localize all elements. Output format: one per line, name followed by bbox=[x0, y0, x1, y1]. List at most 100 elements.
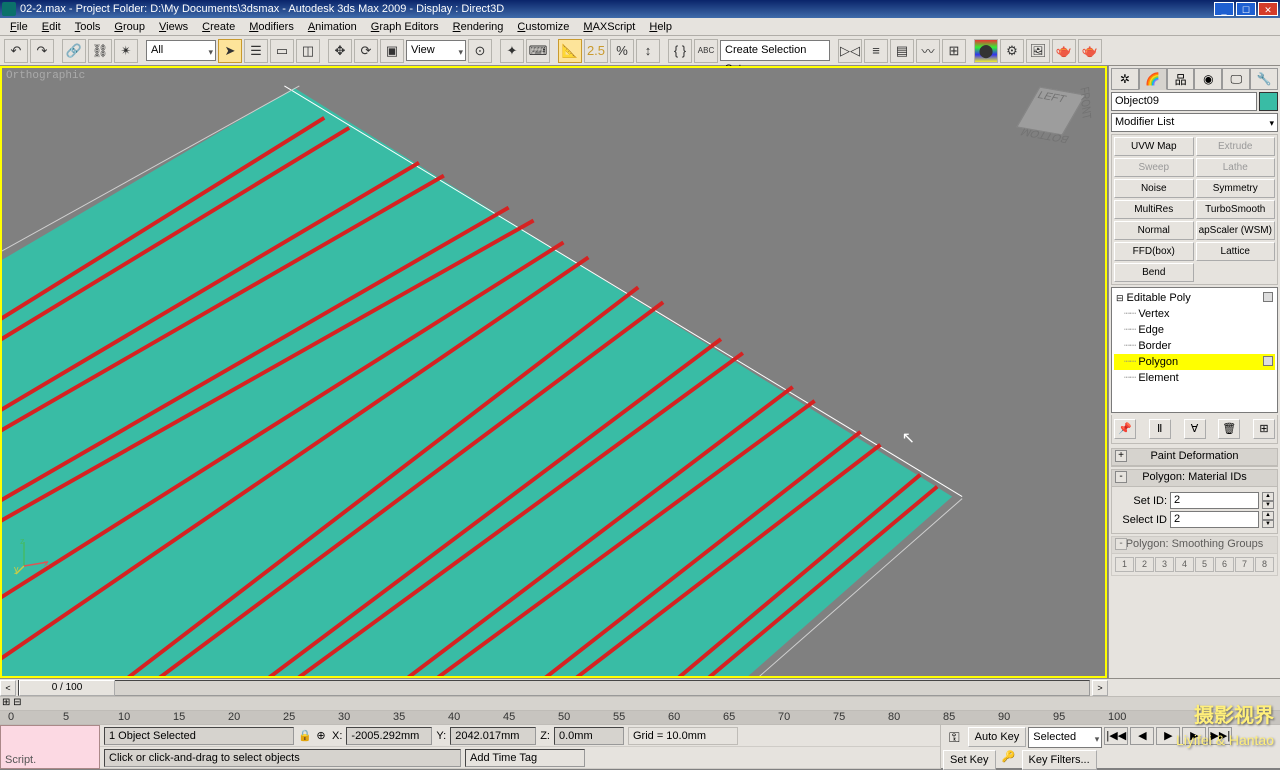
selection-set-input[interactable]: Create Selection Set bbox=[720, 40, 830, 61]
sg-8[interactable]: 8 bbox=[1255, 557, 1274, 572]
mod-ffdbox[interactable]: FFD(box) bbox=[1114, 242, 1194, 261]
named-sel-sets-button[interactable]: { } bbox=[668, 39, 692, 63]
link-button[interactable]: 🔗 bbox=[62, 39, 86, 63]
z-coord-input[interactable]: 0.0mm bbox=[554, 727, 624, 745]
sg-5[interactable]: 5 bbox=[1195, 557, 1214, 572]
snap-toggle-button[interactable]: 📐 bbox=[558, 39, 582, 63]
menu-group[interactable]: Group bbox=[108, 20, 151, 34]
selection-filter-dropdown[interactable]: All bbox=[146, 40, 216, 61]
make-unique-button[interactable]: ∀ bbox=[1184, 419, 1206, 439]
curve-editor-button[interactable]: 〰 bbox=[916, 39, 940, 63]
mod-apscaler[interactable]: apScaler (WSM) bbox=[1196, 221, 1276, 240]
autokey-button[interactable]: Auto Key bbox=[968, 727, 1027, 747]
menu-tools[interactable]: Tools bbox=[69, 20, 107, 34]
modifier-list-dropdown[interactable]: Modifier List bbox=[1111, 113, 1278, 132]
mod-lattice[interactable]: Lattice bbox=[1196, 242, 1276, 261]
percent-snap-button[interactable]: % bbox=[610, 39, 634, 63]
sg-7[interactable]: 7 bbox=[1235, 557, 1254, 572]
menu-edit[interactable]: Edit bbox=[36, 20, 67, 34]
coord-display-button[interactable]: ⊕ bbox=[314, 729, 328, 742]
stack-polygon[interactable]: ┈┈ Polygon bbox=[1114, 354, 1275, 370]
menu-file[interactable]: File bbox=[4, 20, 34, 34]
redo-button[interactable]: ↷ bbox=[30, 39, 54, 63]
sg-2[interactable]: 2 bbox=[1135, 557, 1154, 572]
bind-space-warp-button[interactable]: ✴ bbox=[114, 39, 138, 63]
undo-button[interactable]: ↶ bbox=[4, 39, 28, 63]
time-slider-thumb[interactable]: 0 / 100 bbox=[19, 680, 115, 696]
menu-graph-editors[interactable]: Graph Editors bbox=[365, 20, 445, 34]
tab-create[interactable]: ✲ bbox=[1111, 68, 1139, 90]
mod-noise[interactable]: Noise bbox=[1114, 179, 1194, 198]
sg-3[interactable]: 3 bbox=[1155, 557, 1174, 572]
mod-uvwmap[interactable]: UVW Map bbox=[1114, 137, 1194, 156]
mod-symmetry[interactable]: Symmetry bbox=[1196, 179, 1276, 198]
goto-start-button[interactable]: |◀◀ bbox=[1104, 727, 1128, 745]
goto-end-button[interactable]: ▶▶| bbox=[1208, 727, 1232, 745]
unlink-button[interactable]: ⛓ bbox=[88, 39, 112, 63]
select-id-input[interactable]: 2 bbox=[1170, 511, 1259, 528]
sg-4[interactable]: 4 bbox=[1175, 557, 1194, 572]
layers-button[interactable]: ▤ bbox=[890, 39, 914, 63]
align-button[interactable]: ≡ bbox=[864, 39, 888, 63]
use-pivot-center-button[interactable]: ⊙ bbox=[468, 39, 492, 63]
quick-render-button[interactable]: 🫖 bbox=[1078, 39, 1102, 63]
scale-button[interactable]: ▣ bbox=[380, 39, 404, 63]
stack-element[interactable]: ┈┈ Element bbox=[1114, 370, 1275, 386]
render-button[interactable]: 🫖 bbox=[1052, 39, 1076, 63]
setkey-button[interactable]: Set Key bbox=[943, 750, 996, 770]
ref-coord-dropdown[interactable]: View bbox=[406, 40, 466, 61]
angle-snap-button[interactable]: 2.5 bbox=[584, 39, 608, 63]
remove-modifier-button[interactable]: 🗑 bbox=[1218, 419, 1240, 439]
select-by-name-button[interactable]: ☰ bbox=[244, 39, 268, 63]
menu-animation[interactable]: Animation bbox=[302, 20, 363, 34]
select-manipulate-button[interactable]: ✦ bbox=[500, 39, 524, 63]
mod-lathe[interactable]: Lathe bbox=[1196, 158, 1276, 177]
time-tag-button[interactable]: Add Time Tag bbox=[465, 749, 585, 767]
tab-utilities[interactable]: 🔧 bbox=[1250, 68, 1278, 90]
mod-bend[interactable]: Bend bbox=[1114, 263, 1194, 282]
schematic-view-button[interactable]: ⊞ bbox=[942, 39, 966, 63]
rotate-button[interactable]: ⟳ bbox=[354, 39, 378, 63]
menu-rendering[interactable]: Rendering bbox=[447, 20, 510, 34]
keyfilters-button[interactable]: Key Filters... bbox=[1022, 750, 1097, 770]
window-crossing-button[interactable]: ◫ bbox=[296, 39, 320, 63]
maximize-button[interactable]: ☐ bbox=[1236, 2, 1256, 16]
show-end-result-button[interactable]: Ⅱ bbox=[1149, 419, 1171, 439]
object-name-input[interactable]: Object09 bbox=[1111, 92, 1257, 111]
spinner-snap-button[interactable]: ↕ bbox=[636, 39, 660, 63]
stack-vertex[interactable]: ┈┈ Vertex bbox=[1114, 306, 1275, 322]
select-id-spinner[interactable]: ▲▼ bbox=[1262, 511, 1274, 528]
close-button[interactable]: ✕ bbox=[1258, 2, 1278, 16]
tab-hierarchy[interactable]: 品 bbox=[1167, 68, 1195, 90]
time-slider[interactable]: 0 / 100 bbox=[18, 680, 1090, 696]
modifier-stack[interactable]: Editable Poly ┈┈ Vertex ┈┈ Edge ┈┈ Borde… bbox=[1111, 287, 1278, 413]
menu-modifiers[interactable]: Modifiers bbox=[243, 20, 300, 34]
x-coord-input[interactable]: -2005.292mm bbox=[346, 727, 432, 745]
track-bar[interactable]: ⊞ ⊟ bbox=[0, 697, 1280, 711]
abc-button[interactable]: ABC bbox=[694, 39, 718, 63]
select-object-button[interactable]: ➤ bbox=[218, 39, 242, 63]
play-button[interactable]: ▶ bbox=[1156, 727, 1180, 745]
stack-border[interactable]: ┈┈ Border bbox=[1114, 338, 1275, 354]
tab-motion[interactable]: ◉ bbox=[1194, 68, 1222, 90]
configure-sets-button[interactable]: ⊞ bbox=[1253, 419, 1275, 439]
keyboard-shortcut-button[interactable]: ⌨ bbox=[526, 39, 550, 63]
minimize-button[interactable]: _ bbox=[1214, 2, 1234, 16]
select-region-rect-button[interactable]: ▭ bbox=[270, 39, 294, 63]
viewport[interactable]: Orthographic bbox=[0, 66, 1107, 678]
menu-views[interactable]: Views bbox=[153, 20, 194, 34]
prev-key-button[interactable]: < bbox=[0, 680, 16, 696]
keyfilter-mode-dropdown[interactable]: Selected bbox=[1028, 727, 1102, 748]
rendered-frame-button[interactable]: 🖼 bbox=[1026, 39, 1050, 63]
mod-turbosmooth[interactable]: TurboSmooth bbox=[1196, 200, 1276, 219]
stack-edge[interactable]: ┈┈ Edge bbox=[1114, 322, 1275, 338]
next-key-button[interactable]: > bbox=[1092, 680, 1108, 696]
y-coord-input[interactable]: 2042.017mm bbox=[450, 727, 536, 745]
prev-frame-button[interactable]: ◀ bbox=[1130, 727, 1154, 745]
menu-help[interactable]: Help bbox=[643, 20, 678, 34]
move-button[interactable]: ✥ bbox=[328, 39, 352, 63]
menu-customize[interactable]: Customize bbox=[511, 20, 575, 34]
set-id-input[interactable]: 2 bbox=[1170, 492, 1259, 509]
set-key-icon[interactable]: ⚿ bbox=[943, 727, 966, 748]
tab-modify[interactable]: 🌈 bbox=[1139, 68, 1167, 90]
